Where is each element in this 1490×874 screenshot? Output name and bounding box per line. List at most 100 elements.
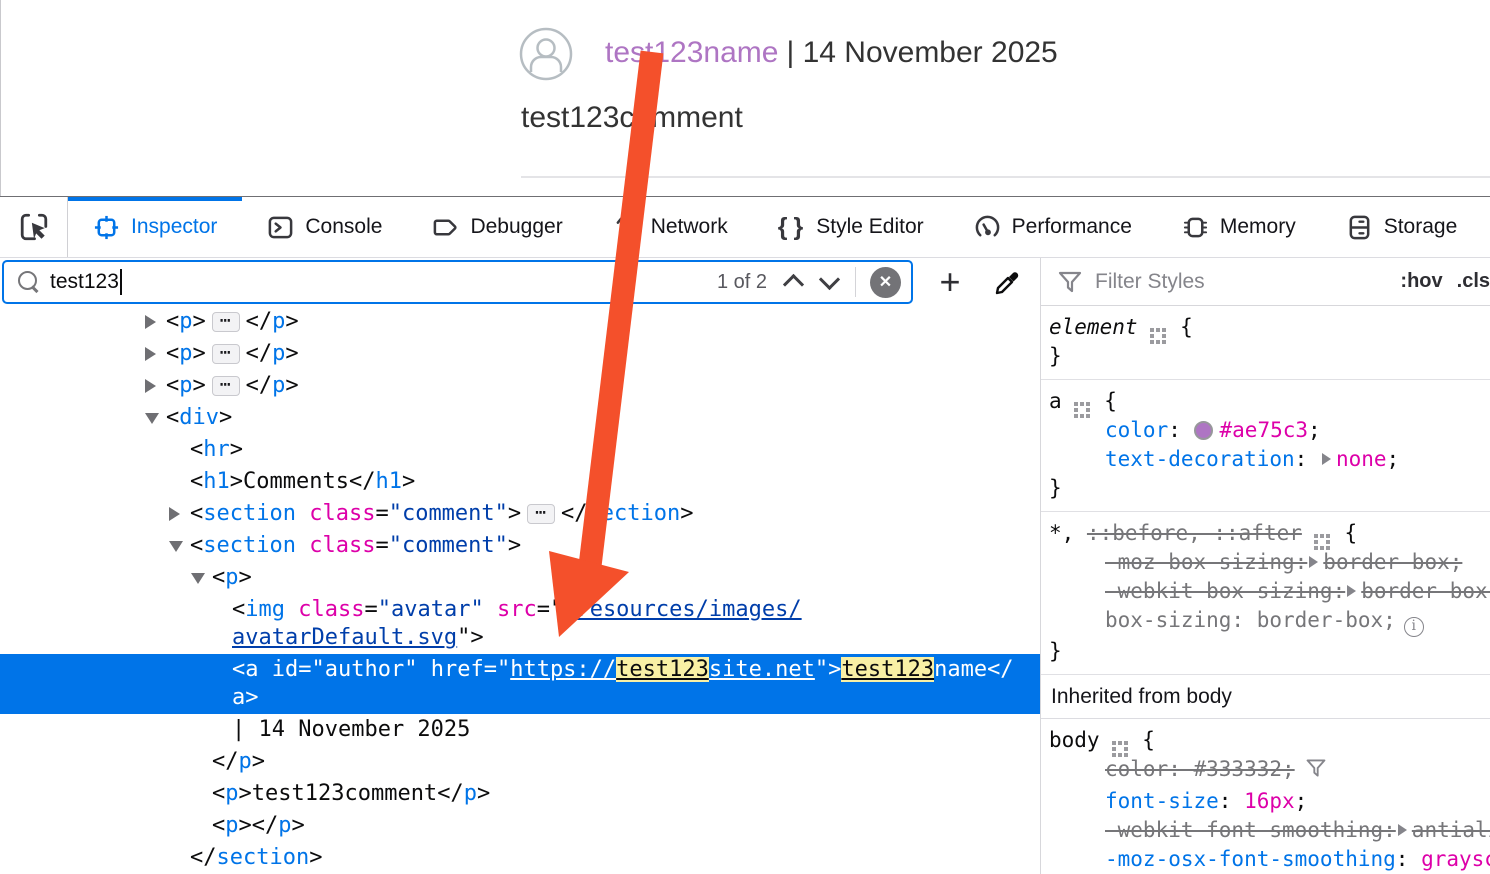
tab-storage[interactable]: Storage xyxy=(1321,197,1483,257)
selector-highlighter-icon[interactable] xyxy=(1314,534,1318,538)
markup-row[interactable]: <p>⋯</p> xyxy=(0,370,1040,402)
syntax-token: > xyxy=(193,373,206,398)
markup-row-selected[interactable]: <a id="author" href="https://test123site… xyxy=(0,654,1040,714)
syntax-token: p xyxy=(239,749,252,774)
css-selector-line[interactable]: body { xyxy=(1049,726,1490,755)
css-selector-line[interactable]: a { xyxy=(1049,387,1490,416)
collapsed-children-badge[interactable]: ⋯ xyxy=(212,312,240,332)
css-declaration[interactable]: -webkit-font-smoothing:antialiased; xyxy=(1049,816,1490,845)
tab-console[interactable]: Console xyxy=(242,197,407,257)
inherited-from-body-header: Inherited from body xyxy=(1041,675,1490,719)
syntax-token: *, xyxy=(1049,521,1087,545)
tab-style-editor[interactable]: { } Style Editor xyxy=(753,197,949,257)
markup-row[interactable]: | 14 November 2025 xyxy=(0,714,1040,746)
syntax-token: text-decoration xyxy=(1105,447,1295,471)
syntax-token: < xyxy=(190,469,203,494)
css-declaration[interactable]: color: #333332; xyxy=(1049,755,1490,787)
collapsed-children-badge[interactable]: ⋯ xyxy=(212,376,240,396)
css-selector-line[interactable]: } xyxy=(1049,342,1490,371)
expand-arrow-icon[interactable] xyxy=(145,315,156,329)
next-match-button[interactable] xyxy=(819,271,841,293)
eyedropper-button[interactable] xyxy=(992,266,1024,298)
syntax-token: grayscale xyxy=(1421,847,1490,871)
syntax-token: src xyxy=(497,597,537,622)
css-declaration[interactable]: box-sizing: border-box;i xyxy=(1049,606,1490,637)
markup-row[interactable]: </p> xyxy=(0,746,1040,778)
color-swatch[interactable] xyxy=(1194,421,1213,440)
collapse-arrow-icon[interactable] xyxy=(145,413,159,424)
collapse-arrow-icon[interactable] xyxy=(191,573,205,584)
markup-row[interactable]: <section class="comment"> xyxy=(0,530,1040,562)
css-declaration[interactable]: -webkit-box-sizing:border-box; xyxy=(1049,577,1490,606)
separator xyxy=(855,267,856,297)
syntax-token: </ xyxy=(190,845,217,870)
expand-arrow-icon[interactable] xyxy=(145,379,156,393)
syntax-token: > xyxy=(402,469,415,494)
css-declaration[interactable]: font-size: 16px; xyxy=(1049,787,1490,816)
syntax-token: img xyxy=(245,597,285,622)
expand-arrow-icon[interactable] xyxy=(169,507,180,521)
class-toggle[interactable]: .cls xyxy=(1457,270,1490,293)
search-input[interactable]: test123 1 of 2 ✕ xyxy=(2,260,913,304)
css-declaration[interactable]: color: #ae75c3; xyxy=(1049,416,1490,445)
expand-arrow-icon[interactable] xyxy=(145,347,156,361)
syntax-token: /resources/images/ xyxy=(563,597,801,622)
add-node-button[interactable]: + xyxy=(932,264,968,300)
css-declaration[interactable]: -moz-box-sizing:border-box; xyxy=(1049,548,1490,577)
clear-search-button[interactable]: ✕ xyxy=(870,267,901,298)
author-link[interactable]: test123name xyxy=(605,36,778,69)
collapse-arrow-icon[interactable] xyxy=(169,541,183,552)
syntax-token: : xyxy=(1219,789,1244,813)
css-selector-line[interactable]: element { xyxy=(1049,313,1490,342)
tab-label: Network xyxy=(651,215,728,239)
markup-row[interactable]: <img class="avatar" src="/resources/imag… xyxy=(0,594,1040,654)
syntax-token: none xyxy=(1336,447,1387,471)
filter-styles-input[interactable]: Filter Styles xyxy=(1095,270,1400,294)
tab-inspector[interactable]: Inspector xyxy=(68,197,242,257)
markup-row[interactable]: <p> xyxy=(0,562,1040,594)
syntax-token: : xyxy=(1168,418,1193,442)
element-picker-button[interactable] xyxy=(0,197,68,257)
markup-row[interactable]: <p>⋯</p> xyxy=(0,306,1040,338)
markup-row[interactable]: </section> xyxy=(0,842,1040,874)
css-selector-line[interactable]: *, ::before, ::after { xyxy=(1049,519,1490,548)
markup-row[interactable]: <p>test123comment</p> xyxy=(0,778,1040,810)
search-value: test123 xyxy=(50,270,119,294)
expand-computed-icon[interactable] xyxy=(1322,453,1331,465)
selector-highlighter-icon[interactable] xyxy=(1112,741,1116,745)
tab-network[interactable]: Network xyxy=(588,197,753,257)
markup-row[interactable]: <div> xyxy=(0,402,1040,434)
syntax-token: < xyxy=(212,781,225,806)
css-selector-line[interactable]: } xyxy=(1049,637,1490,666)
selector-highlighter-icon[interactable] xyxy=(1150,328,1154,332)
tab-memory[interactable]: Memory xyxy=(1157,197,1321,257)
collapsed-children-badge[interactable]: ⋯ xyxy=(212,344,240,364)
css-declaration[interactable]: -moz-osx-font-smoothing: grayscale; xyxy=(1049,845,1490,874)
tab-label: Performance xyxy=(1012,215,1132,239)
syntax-token: ::before, ::after xyxy=(1087,521,1302,545)
syntax-token: =" xyxy=(484,657,511,682)
expand-computed-icon[interactable] xyxy=(1309,556,1318,568)
expand-computed-icon[interactable] xyxy=(1398,824,1407,836)
comment-byline: test123name| 14 November 2025 xyxy=(605,36,1058,70)
tab-performance[interactable]: Performance xyxy=(949,197,1157,257)
pseudo-class-toggle[interactable]: :hov xyxy=(1400,270,1442,293)
syntax-token: > xyxy=(309,845,322,870)
previous-match-button[interactable] xyxy=(783,271,805,293)
overridden-filter-icon[interactable] xyxy=(1305,757,1327,787)
css-selector-line[interactable]: } xyxy=(1049,474,1490,503)
tab-label: Memory xyxy=(1220,215,1296,239)
collapsed-children-badge[interactable]: ⋯ xyxy=(527,504,555,524)
selector-highlighter-icon[interactable] xyxy=(1074,402,1078,406)
markup-row[interactable]: <p></p> xyxy=(0,810,1040,842)
markup-row[interactable]: <h1>Comments</h1> xyxy=(0,466,1040,498)
syntax-token: name xyxy=(934,657,987,682)
expand-computed-icon[interactable] xyxy=(1347,585,1356,597)
tab-debugger[interactable]: Debugger xyxy=(407,197,587,257)
syntax-token: =" xyxy=(537,597,564,622)
syntax-token: class xyxy=(309,533,375,558)
css-declaration[interactable]: text-decoration: none; xyxy=(1049,445,1490,474)
markup-row[interactable]: <section class="comment">⋯</section> xyxy=(0,498,1040,530)
markup-row[interactable]: <hr> xyxy=(0,434,1040,466)
markup-row[interactable]: <p>⋯</p> xyxy=(0,338,1040,370)
